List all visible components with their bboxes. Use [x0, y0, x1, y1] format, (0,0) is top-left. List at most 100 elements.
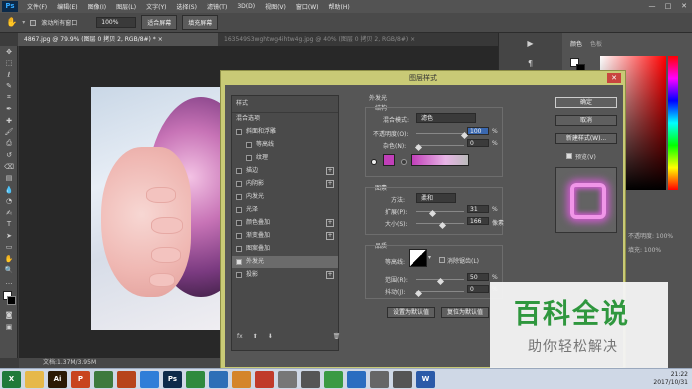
- app8-taskbar-icon[interactable]: [324, 370, 343, 388]
- photoshop-taskbar-icon[interactable]: Ps: [163, 370, 182, 388]
- style-item[interactable]: 图案叠加: [232, 243, 338, 255]
- contour-picker[interactable]: [409, 249, 427, 267]
- dialog-close-button[interactable]: ✕: [607, 73, 621, 83]
- add-style-icon[interactable]: +: [326, 167, 334, 175]
- app2-taskbar-icon[interactable]: [117, 370, 136, 388]
- app4-taskbar-icon[interactable]: [232, 370, 251, 388]
- noise-value[interactable]: 0: [467, 139, 489, 147]
- style-item[interactable]: 斜面和浮雕: [232, 126, 338, 138]
- style-item[interactable]: 投影 +: [232, 269, 338, 281]
- menu-item-2[interactable]: 图像(I): [83, 2, 111, 11]
- range-value[interactable]: 50: [467, 273, 489, 281]
- type-tool-icon[interactable]: T: [0, 219, 18, 231]
- add-style-icon[interactable]: +: [326, 232, 334, 240]
- zoom-field[interactable]: 100%: [96, 17, 137, 28]
- style-checkbox[interactable]: [236, 220, 242, 226]
- style-checkbox[interactable]: [236, 233, 242, 239]
- style-item[interactable]: 外发光: [232, 256, 338, 268]
- style-checkbox[interactable]: [236, 129, 242, 135]
- document-tab[interactable]: 4867.jpg @ 79.9% (图层 0 拷贝 2, RGB/8#) * ×: [18, 33, 218, 46]
- shape-tool-icon[interactable]: ▭: [0, 242, 18, 254]
- gradient-tool-icon[interactable]: ▤: [0, 173, 18, 185]
- dodge-tool-icon[interactable]: ◔: [0, 196, 18, 208]
- jitter-value[interactable]: 0: [467, 285, 489, 293]
- hand-tool-icon[interactable]: ✋: [6, 18, 17, 28]
- spread-slider[interactable]: [416, 211, 464, 212]
- size-value[interactable]: 166: [467, 217, 489, 225]
- hue-slider[interactable]: [668, 56, 678, 190]
- menu-item-7[interactable]: 3D(D): [232, 3, 260, 10]
- style-checkbox[interactable]: [236, 272, 242, 278]
- minimize-button[interactable]: —: [644, 0, 660, 13]
- jitter-slider[interactable]: [416, 291, 464, 292]
- app7-taskbar-icon[interactable]: [301, 370, 320, 388]
- chevron-down-icon[interactable]: ▾: [22, 19, 25, 26]
- fill-screen-button[interactable]: 填充屏幕: [182, 15, 219, 30]
- antialias-checkbox[interactable]: [439, 257, 445, 263]
- app10-taskbar-icon[interactable]: [370, 370, 389, 388]
- play-icon[interactable]: ▶: [499, 33, 562, 53]
- new-style-button[interactable]: 新建样式(W)...: [555, 133, 617, 144]
- hand-tool-icon[interactable]: ✋: [0, 253, 18, 265]
- menu-item-10[interactable]: 帮助(H): [324, 2, 355, 11]
- menu-item-5[interactable]: 选择(S): [171, 2, 202, 11]
- eraser-tool-icon[interactable]: ⌫: [0, 161, 18, 173]
- menu-item-9[interactable]: 窗口(W): [291, 2, 324, 11]
- style-checkbox[interactable]: [236, 207, 242, 213]
- word-taskbar-icon[interactable]: W: [416, 370, 435, 388]
- opacity-value[interactable]: 100: [467, 127, 489, 135]
- app6-taskbar-icon[interactable]: [278, 370, 297, 388]
- path-select-icon[interactable]: ➤: [0, 230, 18, 242]
- app11-taskbar-icon[interactable]: [393, 370, 412, 388]
- move-down-icon[interactable]: ⬇: [268, 333, 273, 345]
- baidu-netdisk-taskbar-icon[interactable]: [140, 370, 159, 388]
- eyedropper-tool-icon[interactable]: ✒: [0, 104, 18, 116]
- style-item[interactable]: 光泽: [232, 204, 338, 216]
- style-item[interactable]: 渐变叠加 +: [232, 230, 338, 242]
- color-radio[interactable]: [371, 159, 377, 165]
- add-style-icon[interactable]: +: [326, 219, 334, 227]
- history-brush-icon[interactable]: ↺: [0, 150, 18, 162]
- preview-checkbox[interactable]: [566, 153, 572, 159]
- folder-taskbar-icon[interactable]: [25, 370, 44, 388]
- gradient-swatch[interactable]: [411, 154, 469, 166]
- ok-button[interactable]: 确定: [555, 97, 617, 108]
- style-checkbox[interactable]: [236, 168, 242, 174]
- blend-mode-select[interactable]: 滤色: [416, 113, 476, 123]
- style-checkbox[interactable]: [236, 181, 242, 187]
- style-checkbox[interactable]: [236, 246, 242, 252]
- add-style-icon[interactable]: +: [326, 180, 334, 188]
- tab-color[interactable]: 颜色: [570, 39, 582, 48]
- crop-tool-icon[interactable]: ⌗: [0, 92, 18, 104]
- maximize-button[interactable]: □: [660, 0, 676, 13]
- menu-item-1[interactable]: 编辑(E): [52, 2, 82, 11]
- add-style-icon[interactable]: +: [326, 271, 334, 279]
- gradient-radio[interactable]: [401, 159, 407, 165]
- spread-value[interactable]: 31: [467, 205, 489, 213]
- move-tool-icon[interactable]: ✥: [0, 46, 18, 58]
- zoom-tool-icon[interactable]: 🔍: [0, 265, 18, 277]
- marquee-tool-icon[interactable]: ⬚: [0, 58, 18, 70]
- contour-dropdown-icon[interactable]: ▾: [428, 254, 431, 261]
- style-checkbox[interactable]: [246, 142, 252, 148]
- quick-mask-icon[interactable]: ◙: [0, 310, 18, 322]
- trash-icon[interactable]: 🗑: [333, 333, 341, 345]
- blend-options-item[interactable]: 混合选项: [232, 112, 338, 124]
- healing-tool-icon[interactable]: ✚: [0, 115, 18, 127]
- style-item[interactable]: 等高线: [232, 139, 338, 151]
- opacity-slider[interactable]: [416, 133, 464, 134]
- close-button[interactable]: ✕: [676, 0, 692, 13]
- style-checkbox[interactable]: [246, 155, 252, 161]
- browser-taskbar-icon[interactable]: [209, 370, 228, 388]
- menu-item-0[interactable]: 文件(F): [22, 2, 52, 11]
- glow-color-swatch[interactable]: [383, 154, 395, 166]
- cancel-button[interactable]: 取消: [555, 115, 617, 126]
- more-tools-icon[interactable]: …: [0, 276, 18, 288]
- method-select[interactable]: 柔和: [416, 193, 456, 203]
- style-item[interactable]: 描边 +: [232, 165, 338, 177]
- set-default-button[interactable]: 设置为默认值: [387, 307, 435, 318]
- menu-item-8[interactable]: 视图(V): [260, 2, 291, 11]
- excel-taskbar-icon[interactable]: X: [2, 370, 21, 388]
- blur-tool-icon[interactable]: 💧: [0, 184, 18, 196]
- document-tab[interactable]: 163549S3wghtwg4ihtw4g.jpg @ 40% (图层 0 拷贝…: [218, 33, 458, 46]
